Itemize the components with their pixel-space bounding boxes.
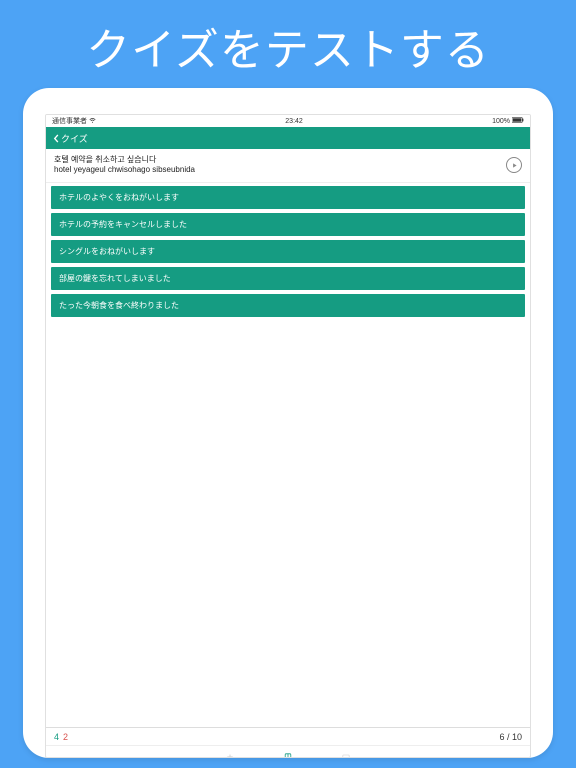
- play-icon: [511, 162, 518, 169]
- back-button[interactable]: クイズ: [52, 132, 88, 145]
- tab-star-icon[interactable]: [226, 748, 234, 756]
- carrier-label: 通信事業者: [52, 116, 87, 126]
- answer-option[interactable]: ホテルのよやくをおねがいします: [51, 186, 525, 209]
- app-screen: 通信事業者 23:42 100% クイズ: [45, 114, 531, 758]
- question-line2: hotel yeyageul chwisohago sibseubnida: [54, 165, 195, 175]
- tab-card-icon[interactable]: [342, 748, 350, 756]
- score-wrong: 2: [63, 732, 68, 742]
- answer-list: ホテルのよやくをおねがいします ホテルの予約をキャンセルしました シングルをおね…: [46, 183, 530, 324]
- play-audio-button[interactable]: [506, 157, 522, 173]
- content-filler: [46, 324, 530, 727]
- quiz-footer: 4 2 6 / 10: [46, 727, 530, 745]
- answer-option[interactable]: ホテルの予約をキャンセルしました: [51, 213, 525, 236]
- question-text: 호텔 예약을 취소하고 싶습니다 hotel yeyageul chwisoha…: [54, 155, 195, 176]
- nav-bar: クイズ: [46, 127, 530, 149]
- battery-icon: [512, 117, 524, 125]
- app-canvas: クイズをテストする 通信事業者 23:42 100%: [0, 0, 576, 768]
- tab-bar: [46, 745, 530, 757]
- back-label: クイズ: [61, 132, 88, 145]
- score-box: 4 2: [54, 732, 68, 742]
- question-line1: 호텔 예약을 취소하고 싶습니다: [54, 155, 195, 165]
- tab-book-icon[interactable]: [284, 748, 292, 756]
- answer-option[interactable]: シングルをおねがいします: [51, 240, 525, 263]
- status-time: 23:42: [285, 118, 303, 125]
- answer-option[interactable]: 部屋の鍵を忘れてしまいました: [51, 267, 525, 290]
- answer-option[interactable]: たった今朝食を食べ終わりました: [51, 294, 525, 317]
- wifi-icon: [89, 117, 96, 126]
- status-right: 100%: [492, 117, 524, 125]
- banner-title: クイズをテストする: [0, 0, 576, 88]
- status-bar: 通信事業者 23:42 100%: [46, 115, 530, 127]
- question-row: 호텔 예약을 취소하고 싶습니다 hotel yeyageul chwisoha…: [46, 149, 530, 183]
- status-left: 通信事業者: [52, 116, 96, 126]
- battery-label: 100%: [492, 118, 510, 125]
- tablet-frame: 通信事業者 23:42 100% クイズ: [23, 88, 553, 758]
- score-correct: 4: [54, 732, 59, 742]
- chevron-left-icon: [52, 134, 61, 143]
- progress-label: 6 / 10: [499, 732, 522, 742]
